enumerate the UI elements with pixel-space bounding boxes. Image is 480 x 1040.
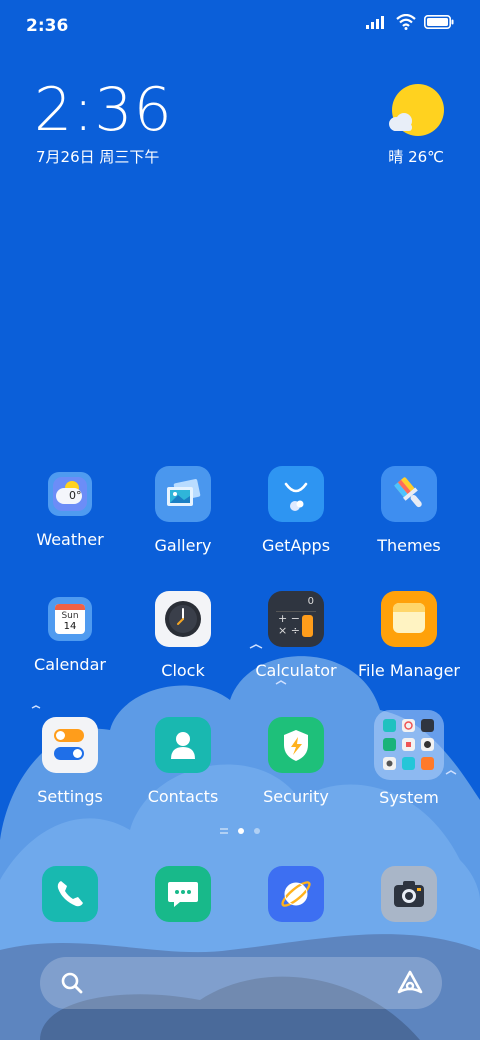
app-label: Calculator [255, 661, 337, 680]
messages-icon [155, 866, 211, 922]
getapps-glyph [284, 482, 308, 511]
app-settings[interactable]: Settings [14, 717, 126, 806]
status-icons [366, 14, 454, 30]
dock-phone[interactable] [14, 866, 126, 922]
app-label: Security [263, 787, 329, 806]
app-themes[interactable]: Themes [353, 466, 465, 555]
weather-icon: 0° [48, 472, 92, 516]
app-gallery[interactable]: Gallery [127, 466, 239, 555]
phone-glyph [57, 881, 83, 907]
app-calculator[interactable]: 0 + − × ÷ Calculator [240, 591, 352, 680]
camera-glyph [394, 881, 424, 907]
contacts-icon [155, 717, 211, 773]
weather-widget-text: 晴 26℃ [388, 148, 444, 166]
battery-icon [424, 15, 454, 29]
app-file-manager[interactable]: File Manager [353, 591, 465, 680]
clock-widget-time[interactable]: 2:36 [34, 78, 173, 142]
clock-glyph [165, 601, 201, 637]
app-label: Themes [377, 536, 441, 555]
dock-camera[interactable] [353, 866, 465, 922]
themes-glyph [394, 477, 422, 508]
app-label: Settings [37, 787, 103, 806]
clock-icon [155, 591, 211, 647]
gallery-glyph [167, 479, 201, 506]
search-bar[interactable] [40, 957, 442, 1009]
camera-icon [381, 866, 437, 922]
browser-glyph [281, 881, 311, 907]
calculator-display: 0 [307, 596, 314, 607]
app-getapps[interactable]: GetApps [240, 466, 352, 555]
app-label: File Manager [358, 661, 460, 680]
system-folder-glyph [383, 719, 434, 770]
page-indicator[interactable] [0, 828, 480, 834]
settings-icon [42, 717, 98, 773]
calculator-icon: 0 + − × ÷ [268, 591, 324, 647]
app-label: Calendar [34, 655, 106, 674]
gallery-icon [155, 466, 211, 522]
file-manager-icon [381, 591, 437, 647]
wifi-icon [396, 14, 416, 30]
app-label: Clock [161, 661, 205, 680]
app-clock[interactable]: Clock [127, 591, 239, 680]
themes-icon [381, 466, 437, 522]
phone-icon [42, 866, 98, 922]
app-label: Gallery [154, 536, 212, 555]
page-dot-active[interactable] [238, 828, 244, 834]
clock-widget-date: 7月26日 周三下午 [36, 148, 160, 166]
calendar-day-num: 14 [63, 621, 77, 632]
calendar-icon: Sun 14 [48, 597, 92, 641]
dock-browser[interactable] [240, 866, 352, 922]
getapps-icon [268, 466, 324, 522]
assistant-icon[interactable] [396, 969, 424, 997]
browser-icon [268, 866, 324, 922]
status-bar: 2:36 [0, 0, 480, 50]
search-icon[interactable] [60, 971, 84, 995]
signal-icon [366, 16, 384, 29]
app-security[interactable]: Security [240, 717, 352, 806]
weather-widget[interactable]: 晴 26℃ [346, 82, 446, 172]
app-system-folder[interactable]: System [353, 710, 465, 807]
app-label: GetApps [261, 536, 331, 555]
dock-messages[interactable] [127, 866, 239, 922]
status-time: 2:36 [26, 16, 69, 36]
messages-glyph [168, 882, 198, 907]
security-icon [268, 717, 324, 773]
page-indicator-menu[interactable] [220, 828, 228, 834]
calendar-day-name: Sun [61, 611, 79, 621]
app-label: Contacts [147, 787, 219, 806]
app-contacts[interactable]: Contacts [127, 717, 239, 806]
app-calendar[interactable]: Sun 14 Calendar [14, 591, 126, 674]
app-weather[interactable]: 0° Weather [14, 466, 126, 549]
contacts-glyph [171, 732, 195, 759]
cloud-icon [389, 113, 412, 131]
weather-icon-temp: 0° [69, 489, 82, 502]
system-folder-icon [374, 710, 444, 780]
page-dot[interactable] [254, 828, 260, 834]
app-label: System [379, 788, 439, 807]
app-label: Weather [36, 530, 104, 549]
security-glyph [284, 730, 308, 761]
